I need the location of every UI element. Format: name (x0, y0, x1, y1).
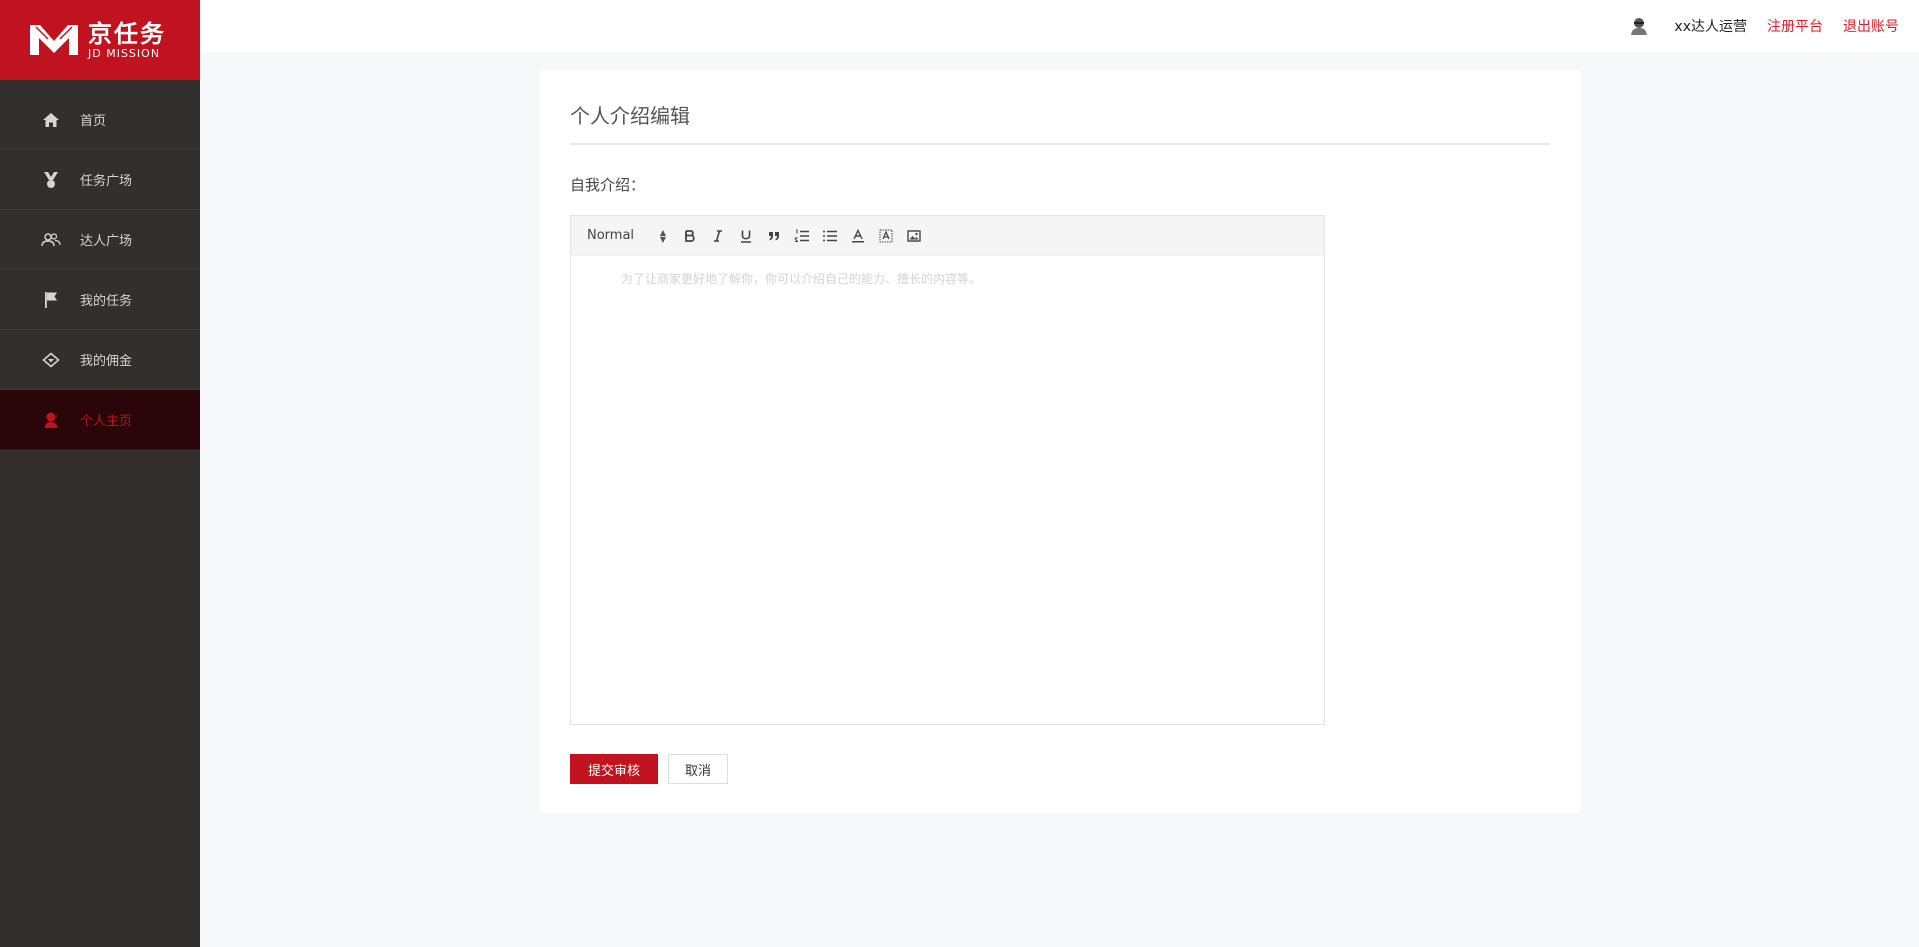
sidebar-item-talent-square[interactable]: 达人广场 (0, 210, 200, 270)
editor-toolbar: Normal ▲ ▼ (571, 216, 1324, 256)
people-icon (40, 229, 62, 251)
image-icon[interactable] (900, 224, 928, 248)
logout-link[interactable]: 退出账号 (1843, 16, 1899, 36)
sidebar-item-label: 个人主页 (80, 414, 133, 429)
editor-placeholder: 为了让商家更好地了解你，你可以介绍自己的能力、擅长的内容等。 (621, 272, 982, 286)
sidebar-item-my-commission[interactable]: 我的佣金 (0, 330, 200, 390)
user-icon (40, 409, 62, 431)
text-color-icon[interactable] (844, 224, 872, 248)
top-bar: xx达人运营 注册平台 退出账号 (200, 0, 1919, 52)
logo-text: 京任务 JD MISSION (88, 21, 166, 60)
sidebar-item-home[interactable]: 首页 (0, 90, 200, 150)
sidebar-nav: 首页 任务广场 达人广场 我的任务 我的佣金 个人主页 (0, 90, 200, 450)
sidebar-item-label: 我的任务 (80, 294, 133, 309)
sidebar-item-task-square[interactable]: 任务广场 (0, 150, 200, 210)
sidebar-item-label: 达人广场 (80, 234, 133, 249)
user-menu: xx达人运营 注册平台 退出账号 (1628, 0, 1899, 52)
select-arrows-icon: ▲ ▼ (659, 227, 666, 244)
submit-review-button[interactable]: 提交审核 (570, 754, 658, 784)
cancel-button[interactable]: 取消 (668, 754, 728, 784)
avatar[interactable] (1628, 15, 1650, 37)
bold-icon[interactable] (676, 224, 704, 248)
background-color-icon[interactable] (872, 224, 900, 248)
sidebar-item-my-tasks[interactable]: 我的任务 (0, 270, 200, 330)
sidebar-item-label: 首页 (80, 114, 107, 129)
diamond-icon (40, 349, 62, 371)
format-select-value: Normal (587, 228, 635, 243)
flag-icon (40, 289, 62, 311)
underline-icon[interactable] (732, 224, 760, 248)
bullet-list-icon[interactable] (816, 224, 844, 248)
ordered-list-icon[interactable] (788, 224, 816, 248)
username: xx达人运营 (1674, 19, 1747, 35)
format-select[interactable]: Normal ▲ ▼ (587, 225, 672, 247)
logo-mark-icon (30, 25, 78, 55)
divider (570, 143, 1550, 145)
rich-text-editor: Normal ▲ ▼ 为了让商家更好地了解你，你可以介绍自己的能力、擅长的内容等… (570, 215, 1325, 725)
medal-icon (40, 169, 62, 191)
page-title: 个人介绍编辑 (570, 104, 690, 128)
sidebar: 京任务 JD MISSION 首页 任务广场 达人广场 我的任务 我的佣金 个人… (0, 0, 200, 947)
logo-cn: 京任务 (88, 19, 166, 48)
editor-content-area[interactable]: 为了让商家更好地了解你，你可以介绍自己的能力、擅长的内容等。 (571, 256, 1324, 724)
self-intro-label: 自我介绍： (570, 176, 646, 194)
quote-icon[interactable] (760, 224, 788, 248)
sidebar-item-label: 任务广场 (80, 174, 133, 189)
logo[interactable]: 京任务 JD MISSION (0, 0, 200, 80)
logo-en: JD MISSION (88, 46, 161, 60)
register-platform-link[interactable]: 注册平台 (1767, 16, 1823, 36)
sidebar-item-label: 我的佣金 (80, 354, 133, 369)
sidebar-item-personal-home[interactable]: 个人主页 (0, 390, 200, 450)
home-icon (40, 109, 62, 131)
italic-icon[interactable] (704, 224, 732, 248)
profile-intro-card: 个人介绍编辑 自我介绍： Normal ▲ ▼ 为了让商家更好地了解你，你可以介… (540, 70, 1581, 813)
